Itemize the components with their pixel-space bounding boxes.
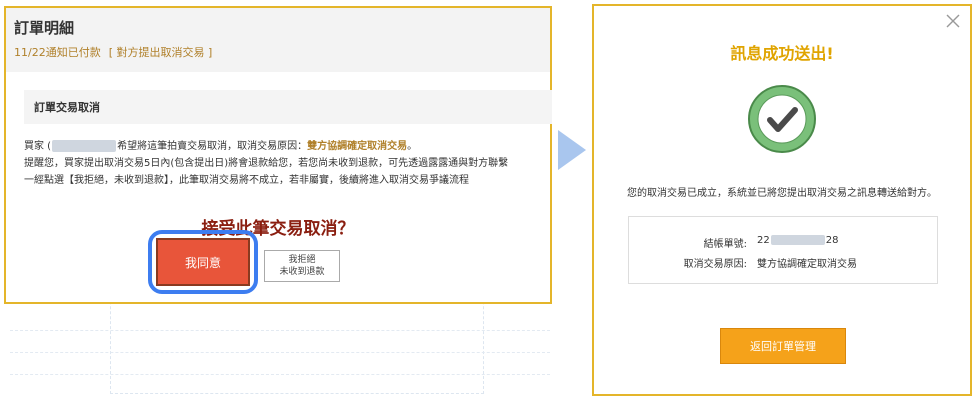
order-number-label: 結帳單號: xyxy=(703,239,747,250)
bg-guide-line xyxy=(10,352,550,353)
order-title: 訂單明細 xyxy=(14,19,75,37)
arrow-right-icon xyxy=(558,130,586,170)
return-to-orders-button[interactable]: 返回訂單管理 xyxy=(720,328,846,364)
order-status-line: 11/22通知已付款 [ 對方提出取消交易 ] xyxy=(14,44,212,60)
cancel-request-tag: [ 對方提出取消交易 ] xyxy=(108,46,213,59)
success-title: 訊息成功送出! xyxy=(730,44,834,63)
cancel-reason-label: 取消交易原因: xyxy=(683,259,747,270)
cancel-description: 買家 (希望將這筆拍賣交易取消，取消交易原因：雙方協調確定取消交易。 提醒您，買… xyxy=(24,138,544,189)
order-detail-box: 結帳單號: 22 28 取消交易原因: 雙方協調確定取消交易 xyxy=(628,216,938,284)
redacted-buyer-name xyxy=(52,140,117,152)
success-message: 您的取消交易已成立，系統並已將您提出取消交易之訊息轉送給對方。 xyxy=(627,188,937,199)
agree-button[interactable]: 我同意 xyxy=(156,238,250,286)
refuse-no-refund-button[interactable]: 我拒絕 未收到退款 xyxy=(264,250,340,282)
cancel-section-header: 訂單交易取消 xyxy=(24,90,552,124)
accept-cancel-question: 接受此筆交易取消？ xyxy=(201,219,355,239)
redacted-order-digits xyxy=(770,235,825,245)
refuse-label: 我拒絕 xyxy=(288,255,316,265)
cancel-reason-highlight: 雙方協調確定取消交易 xyxy=(307,141,408,152)
success-dialog: 訊息成功送出! 您的取消交易已成立，系統並已將您提出取消交易之訊息轉送給對方。 … xyxy=(592,4,972,396)
order-number-value: 22 28 xyxy=(757,235,839,246)
refund-reminder-line: 提醒您，買家提出取消交易5日內(包含提出日)將會退款給您，若您尚未收到退款，可先… xyxy=(24,158,509,169)
check-circle-icon xyxy=(748,85,816,153)
cancel-section-title: 訂單交易取消 xyxy=(34,101,100,114)
bg-guide-line xyxy=(10,374,550,375)
cancel-reason-value: 雙方協調確定取消交易 xyxy=(757,259,857,270)
refuse-sublabel: 未收到退款 xyxy=(279,267,325,277)
refuse-warning-line: 一經點選【我拒絕，未收到退款】，此筆取消交易將不成立，若非屬實，後續將進入取消交… xyxy=(24,175,469,186)
payment-notice: 11/22通知已付款 xyxy=(14,46,101,59)
order-header: 訂單明細 11/22通知已付款 [ 對方提出取消交易 ] xyxy=(6,8,550,72)
bg-guide-line xyxy=(10,330,550,331)
cancel-reason-line: 買家 (希望將這筆拍賣交易取消，取消交易原因：雙方協調確定取消交易。 xyxy=(24,140,418,152)
close-icon[interactable] xyxy=(946,14,960,28)
